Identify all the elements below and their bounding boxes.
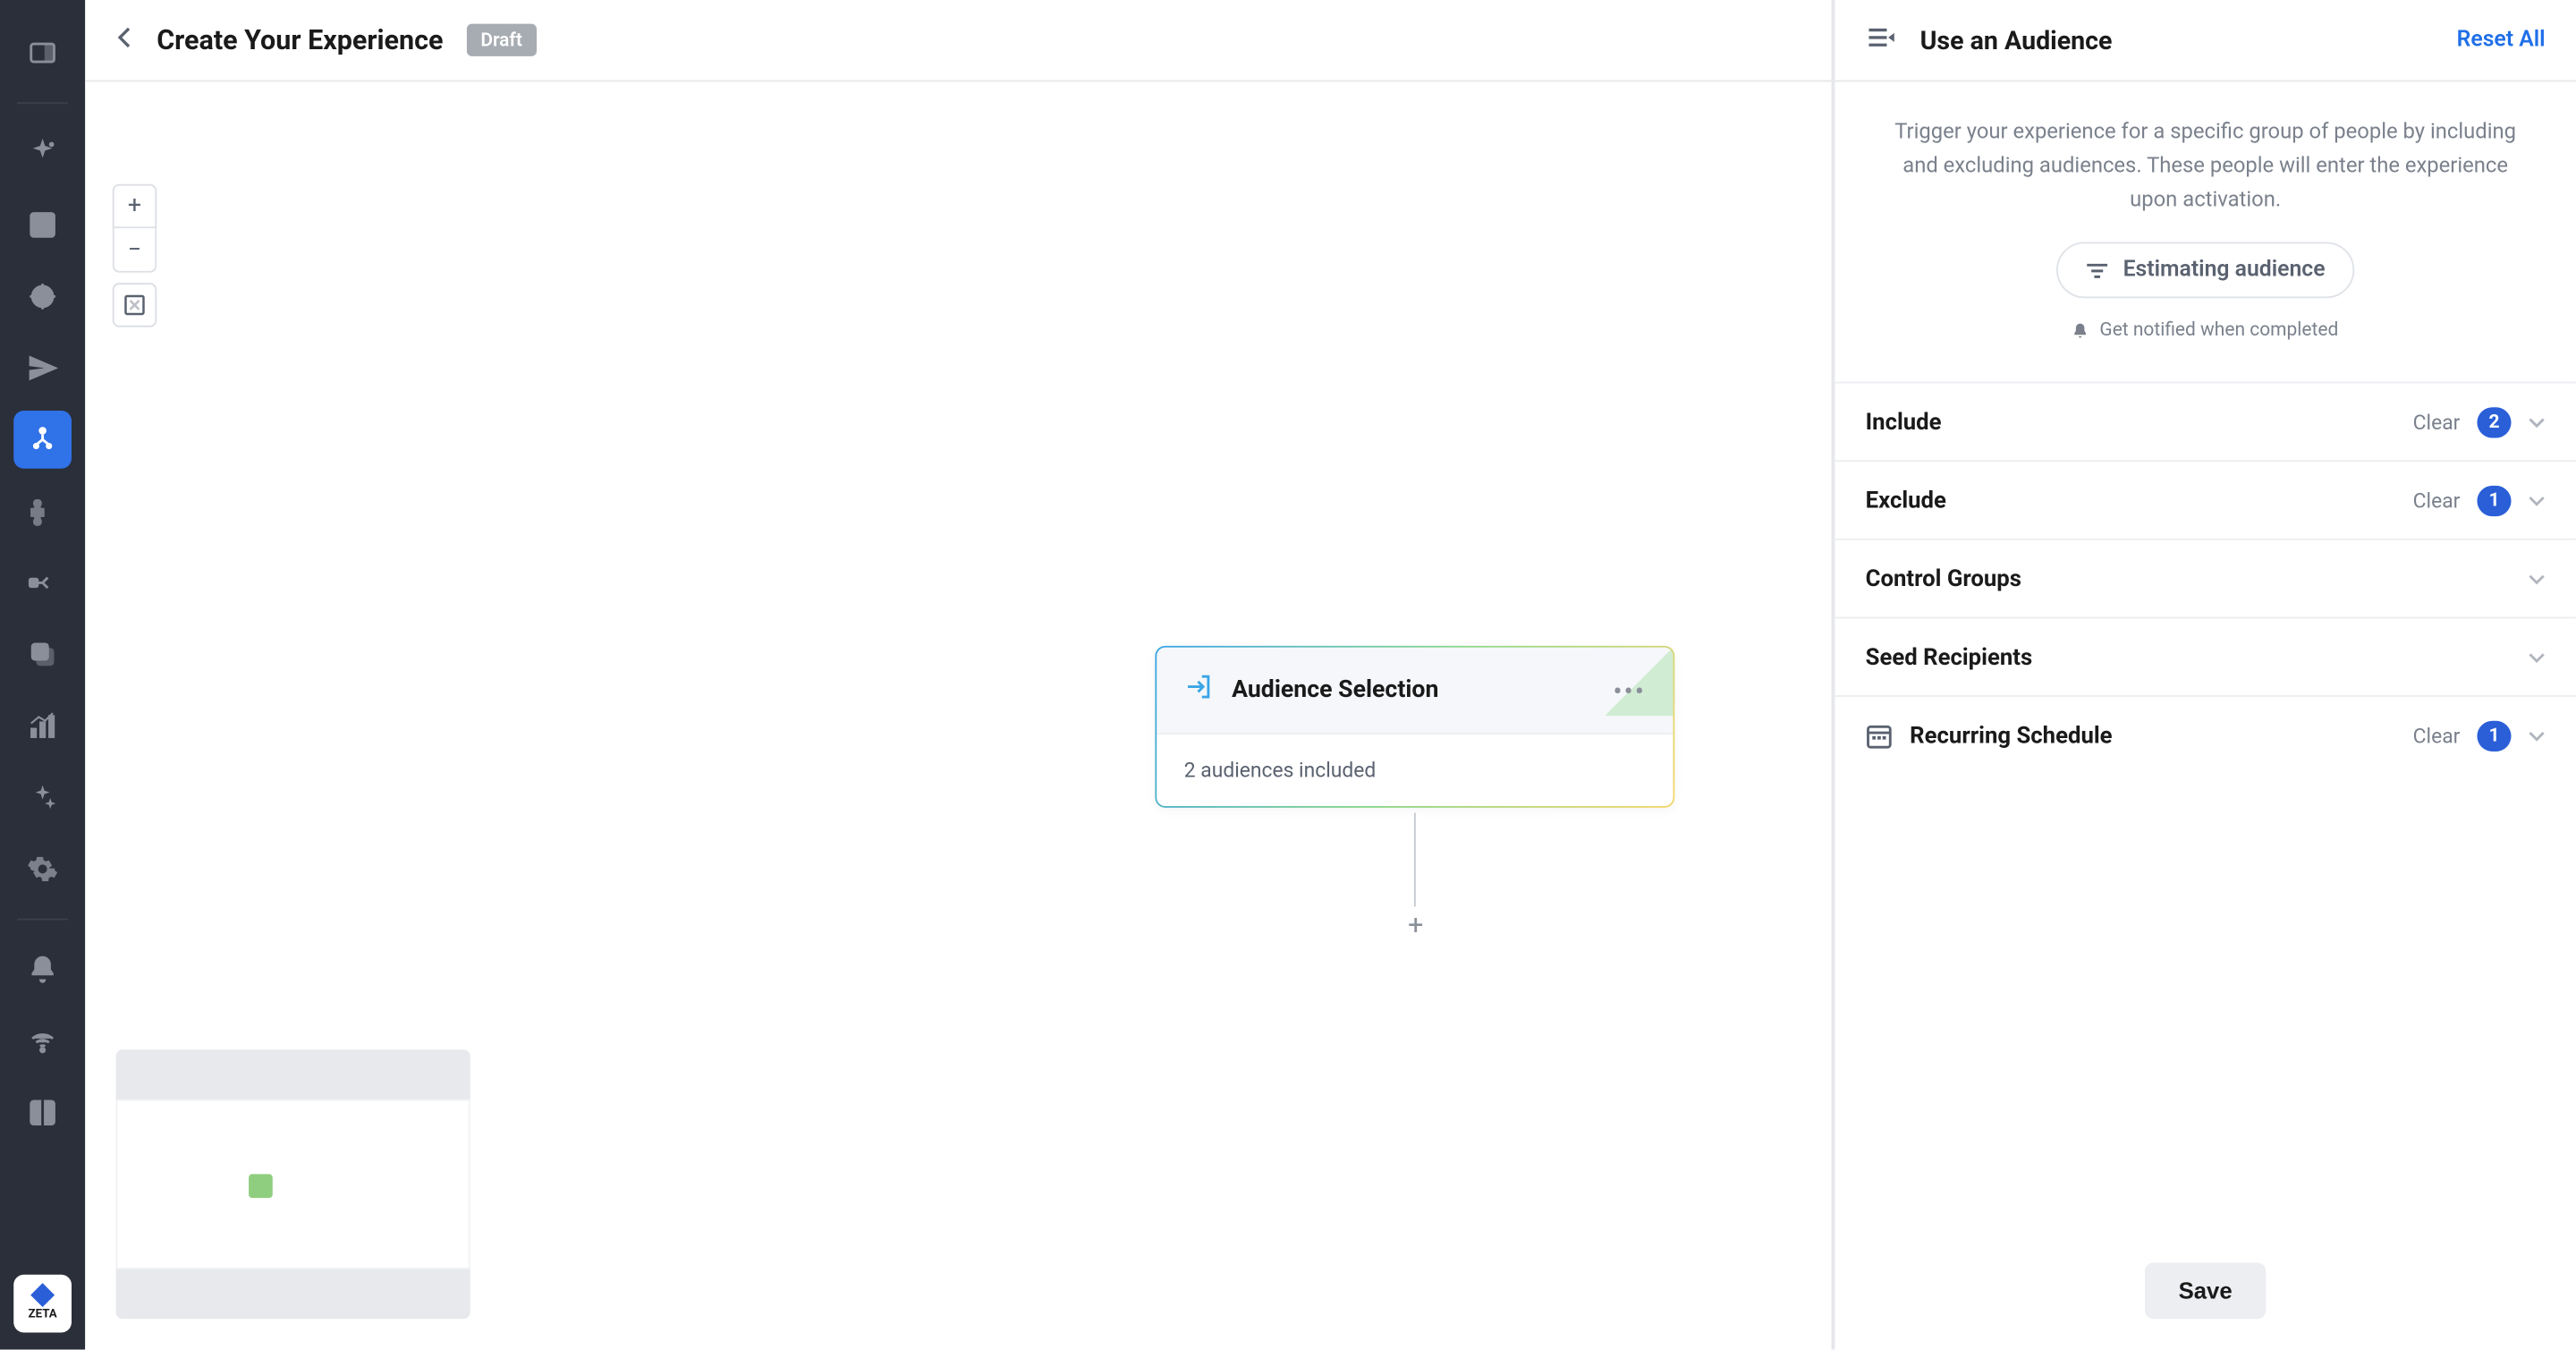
section-control-label: Control Groups: [1866, 565, 2512, 591]
nav-item-target[interactable]: [13, 267, 72, 326]
minimap-viewport: [116, 1100, 470, 1269]
brand-logo-text: ZETA: [28, 1307, 56, 1320]
section-seed-recipients[interactable]: Seed Recipients: [1835, 617, 2576, 696]
section-include-label: Include: [1866, 408, 2396, 435]
section-include-clear[interactable]: Clear: [2413, 410, 2461, 434]
collapse-panel-button[interactable]: [1866, 24, 1896, 56]
nav-item-sparkle[interactable]: [13, 124, 72, 183]
zoom-out-button[interactable]: −: [113, 228, 157, 273]
chevron-down-icon: [2529, 405, 2546, 437]
nav-item-send[interactable]: [13, 339, 72, 397]
section-exclude[interactable]: Exclude Clear 1: [1835, 460, 2576, 539]
zoom-in-button[interactable]: +: [113, 184, 157, 229]
section-include-count: 2: [2477, 406, 2511, 437]
nav-item-analytics[interactable]: [13, 697, 72, 755]
nav-item-stack[interactable]: [13, 625, 72, 683]
left-nav: ZETA: [0, 0, 85, 1350]
audience-enter-icon: [1184, 671, 1215, 709]
canvas-body[interactable]: + − Audience Selection ••• 2: [85, 81, 1831, 1349]
section-exclude-label: Exclude: [1866, 487, 2396, 514]
node-connector: [1414, 813, 1416, 907]
section-seed-label: Seed Recipients: [1866, 643, 2512, 670]
nav-item-flow[interactable]: [13, 554, 72, 612]
right-panel: Use an Audience Reset All Trigger your e…: [1833, 0, 2575, 1350]
add-node-button[interactable]: +: [1399, 906, 1433, 940]
nav-item-docs[interactable]: [13, 1083, 72, 1142]
chevron-down-icon: [2529, 641, 2546, 673]
zoom-controls: + −: [113, 184, 157, 327]
back-button[interactable]: [116, 24, 133, 56]
node-menu-button[interactable]: •••: [1613, 674, 1646, 706]
bell-icon: [2072, 321, 2089, 338]
node-title: Audience Selection: [1232, 676, 1596, 703]
canvas-header: Create Your Experience Draft: [85, 0, 1831, 81]
calendar-icon: [1866, 722, 1893, 749]
audience-selection-node[interactable]: Audience Selection ••• 2 audiences inclu…: [1155, 646, 1674, 808]
node-summary: 2 audiences included: [1157, 733, 1673, 806]
intro-text: Trigger your experience for a specific g…: [1886, 116, 2525, 218]
right-panel-header: Use an Audience Reset All: [1835, 0, 2576, 81]
section-recurring-schedule[interactable]: Recurring Schedule Clear 1: [1835, 695, 2576, 774]
page-title: Create Your Experience: [157, 24, 443, 56]
minimap-bottom: [116, 1269, 470, 1319]
status-badge: Draft: [467, 24, 536, 56]
nav-divider: [17, 102, 68, 104]
right-panel-footer: Save: [1835, 1232, 2576, 1349]
save-button[interactable]: Save: [2145, 1262, 2267, 1319]
minimap-top: [116, 1049, 470, 1099]
nav-item-wifi[interactable]: [13, 1012, 72, 1070]
zoom-fit-button[interactable]: [113, 283, 157, 327]
nav-item-notifications[interactable]: [13, 940, 72, 998]
estimating-audience-pill[interactable]: Estimating audience: [2056, 242, 2354, 298]
nav-item-puzzle[interactable]: [13, 482, 72, 540]
section-schedule-count: 1: [2477, 720, 2511, 751]
filter-icon: [2086, 259, 2110, 280]
brand-logo[interactable]: ZETA: [13, 1275, 72, 1333]
right-panel-title: Use an Audience: [1920, 25, 2433, 55]
notify-link[interactable]: Get notified when completed: [2072, 318, 2338, 341]
nav-divider-2: [17, 919, 68, 921]
minimap-node-indicator: [249, 1174, 273, 1198]
nav-item-layout[interactable]: [13, 196, 72, 254]
nav-item-dashboard[interactable]: [13, 24, 72, 82]
canvas-area: Create Your Experience Draft + −: [85, 0, 1833, 1350]
chevron-down-icon: [2529, 719, 2546, 751]
section-include[interactable]: Include Clear 2: [1835, 382, 2576, 461]
section-exclude-count: 1: [2477, 485, 2511, 515]
section-schedule-label: Recurring Schedule: [1910, 722, 2395, 749]
right-panel-intro: Trigger your experience for a specific g…: [1835, 81, 2576, 381]
section-exclude-clear[interactable]: Clear: [2413, 488, 2461, 513]
estimate-label: Estimating audience: [2123, 258, 2326, 284]
reset-all-button[interactable]: Reset All: [2457, 27, 2546, 53]
section-schedule-clear[interactable]: Clear: [2413, 724, 2461, 748]
notify-label: Get notified when completed: [2099, 318, 2338, 341]
section-control-groups[interactable]: Control Groups: [1835, 539, 2576, 617]
nav-item-experiences[interactable]: [13, 411, 72, 469]
minimap[interactable]: [116, 1049, 470, 1319]
chevron-down-icon: [2529, 563, 2546, 595]
chevron-down-icon: [2529, 484, 2546, 516]
nav-item-sparkle-2[interactable]: [13, 768, 72, 827]
nav-item-settings[interactable]: [13, 840, 72, 898]
